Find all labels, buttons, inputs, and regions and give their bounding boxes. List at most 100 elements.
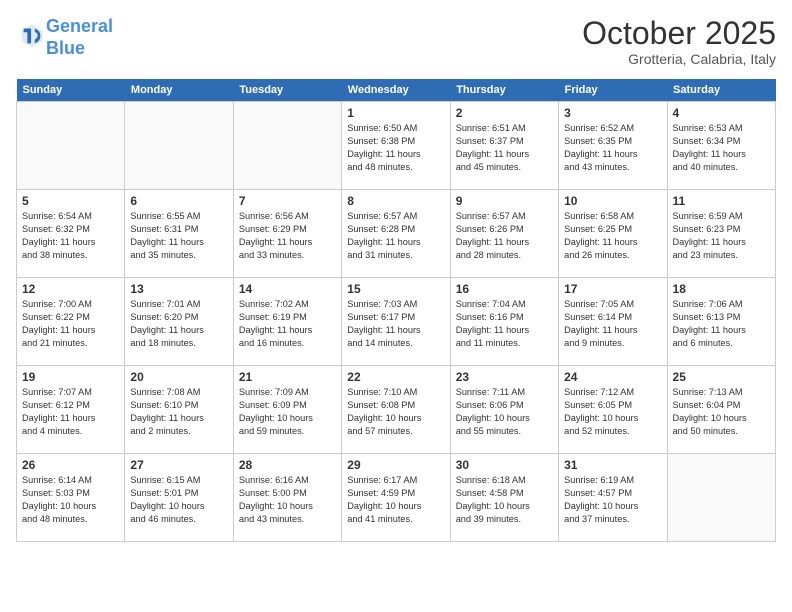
day-number: 18 xyxy=(673,282,770,296)
day-number: 13 xyxy=(130,282,227,296)
day-info: Sunrise: 7:06 AM Sunset: 6:13 PM Dayligh… xyxy=(673,298,770,350)
calendar-cell xyxy=(233,102,341,190)
calendar-cell: 29 Sunrise: 6:17 AM Sunset: 4:59 PM Dayli… xyxy=(342,454,450,542)
day-info: Sunrise: 6:57 AM Sunset: 6:26 PM Dayligh… xyxy=(456,210,553,262)
day-number: 20 xyxy=(130,370,227,384)
day-info: Sunrise: 6:17 AM Sunset: 4:59 PM Dayligh… xyxy=(347,474,444,526)
day-info: Sunrise: 6:52 AM Sunset: 6:35 PM Dayligh… xyxy=(564,122,661,174)
calendar-cell: 18 Sunrise: 7:06 AM Sunset: 6:13 PM Dayli… xyxy=(667,278,775,366)
day-number: 21 xyxy=(239,370,336,384)
day-number: 30 xyxy=(456,458,553,472)
calendar-cell: 13 Sunrise: 7:01 AM Sunset: 6:20 PM Dayli… xyxy=(125,278,233,366)
weekday-header-monday: Monday xyxy=(125,79,233,102)
day-number: 27 xyxy=(130,458,227,472)
weekday-header-row: SundayMondayTuesdayWednesdayThursdayFrid… xyxy=(17,79,776,102)
calendar-cell: 5 Sunrise: 6:54 AM Sunset: 6:32 PM Daylig… xyxy=(17,190,125,278)
calendar-cell: 10Sunrise: 6:58 AM Sunset: 6:25 PM Dayli… xyxy=(559,190,667,278)
day-number: 6 xyxy=(130,194,227,208)
day-info: Sunrise: 6:56 AM Sunset: 6:29 PM Dayligh… xyxy=(239,210,336,262)
weekday-header-wednesday: Wednesday xyxy=(342,79,450,102)
calendar-cell: 1 Sunrise: 6:50 AM Sunset: 6:38 PM Daylig… xyxy=(342,102,450,190)
calendar-cell: 26 Sunrise: 6:14 AM Sunset: 5:03 PM Dayli… xyxy=(17,454,125,542)
calendar-cell: 25Sunrise: 7:13 AM Sunset: 6:04 PM Dayli… xyxy=(667,366,775,454)
day-number: 3 xyxy=(564,106,661,120)
week-row-1: 5 Sunrise: 6:54 AM Sunset: 6:32 PM Daylig… xyxy=(17,190,776,278)
calendar-cell: 28Sunrise: 6:16 AM Sunset: 5:00 PM Dayli… xyxy=(233,454,341,542)
day-info: Sunrise: 7:09 AM Sunset: 6:09 PM Dayligh… xyxy=(239,386,336,438)
day-info: Sunrise: 6:14 AM Sunset: 5:03 PM Dayligh… xyxy=(22,474,119,526)
calendar-cell: 3 Sunrise: 6:52 AM Sunset: 6:35 PM Daylig… xyxy=(559,102,667,190)
week-row-3: 19 Sunrise: 7:07 AM Sunset: 6:12 PM Dayli… xyxy=(17,366,776,454)
location-title: Grotteria, Calabria, Italy xyxy=(582,51,776,67)
day-number: 22 xyxy=(347,370,444,384)
day-info: Sunrise: 7:12 AM Sunset: 6:05 PM Dayligh… xyxy=(564,386,661,438)
calendar-cell: 20 Sunrise: 7:08 AM Sunset: 6:10 PM Dayli… xyxy=(125,366,233,454)
day-info: Sunrise: 7:01 AM Sunset: 6:20 PM Dayligh… xyxy=(130,298,227,350)
day-info: Sunrise: 6:58 AM Sunset: 6:25 PM Dayligh… xyxy=(564,210,661,262)
day-number: 19 xyxy=(22,370,119,384)
day-number: 1 xyxy=(347,106,444,120)
day-number: 11 xyxy=(673,194,770,208)
logo-general: General xyxy=(46,16,113,36)
day-number: 9 xyxy=(456,194,553,208)
weekday-header-tuesday: Tuesday xyxy=(233,79,341,102)
day-info: Sunrise: 7:07 AM Sunset: 6:12 PM Dayligh… xyxy=(22,386,119,438)
day-info: Sunrise: 7:03 AM Sunset: 6:17 PM Dayligh… xyxy=(347,298,444,350)
logo-blue: Blue xyxy=(46,38,85,58)
calendar-cell: 9 Sunrise: 6:57 AM Sunset: 6:26 PM Daylig… xyxy=(450,190,558,278)
day-number: 12 xyxy=(22,282,119,296)
day-info: Sunrise: 6:16 AM Sunset: 5:00 PM Dayligh… xyxy=(239,474,336,526)
weekday-header-friday: Friday xyxy=(559,79,667,102)
day-number: 5 xyxy=(22,194,119,208)
logo-icon xyxy=(18,21,46,49)
calendar-cell: 16Sunrise: 7:04 AM Sunset: 6:16 PM Dayli… xyxy=(450,278,558,366)
weekday-header-saturday: Saturday xyxy=(667,79,775,102)
day-number: 31 xyxy=(564,458,661,472)
calendar-cell xyxy=(125,102,233,190)
calendar-cell: 22 Sunrise: 7:10 AM Sunset: 6:08 PM Dayli… xyxy=(342,366,450,454)
day-number: 7 xyxy=(239,194,336,208)
calendar-cell: 21 Sunrise: 7:09 AM Sunset: 6:09 PM Dayli… xyxy=(233,366,341,454)
logo: General Blue xyxy=(16,16,113,59)
day-info: Sunrise: 7:08 AM Sunset: 6:10 PM Dayligh… xyxy=(130,386,227,438)
day-info: Sunrise: 7:11 AM Sunset: 6:06 PM Dayligh… xyxy=(456,386,553,438)
day-number: 4 xyxy=(673,106,770,120)
day-number: 23 xyxy=(456,370,553,384)
calendar-cell: 4 Sunrise: 6:53 AM Sunset: 6:34 PM Daylig… xyxy=(667,102,775,190)
calendar-cell: 14Sunrise: 7:02 AM Sunset: 6:19 PM Dayli… xyxy=(233,278,341,366)
week-row-0: 1 Sunrise: 6:50 AM Sunset: 6:38 PM Daylig… xyxy=(17,102,776,190)
calendar-cell: 31 Sunrise: 6:19 AM Sunset: 4:57 PM Dayli… xyxy=(559,454,667,542)
day-info: Sunrise: 6:19 AM Sunset: 4:57 PM Dayligh… xyxy=(564,474,661,526)
day-number: 15 xyxy=(347,282,444,296)
calendar-cell: 24Sunrise: 7:12 AM Sunset: 6:05 PM Dayli… xyxy=(559,366,667,454)
day-info: Sunrise: 6:50 AM Sunset: 6:38 PM Dayligh… xyxy=(347,122,444,174)
day-info: Sunrise: 6:54 AM Sunset: 6:32 PM Dayligh… xyxy=(22,210,119,262)
calendar-cell: 19 Sunrise: 7:07 AM Sunset: 6:12 PM Dayli… xyxy=(17,366,125,454)
calendar-cell: 23 Sunrise: 7:11 AM Sunset: 6:06 PM Dayli… xyxy=(450,366,558,454)
day-number: 25 xyxy=(673,370,770,384)
weekday-header-sunday: Sunday xyxy=(17,79,125,102)
day-info: Sunrise: 6:18 AM Sunset: 4:58 PM Dayligh… xyxy=(456,474,553,526)
month-title: October 2025 xyxy=(582,16,776,51)
day-info: Sunrise: 7:10 AM Sunset: 6:08 PM Dayligh… xyxy=(347,386,444,438)
day-number: 16 xyxy=(456,282,553,296)
day-info: Sunrise: 7:05 AM Sunset: 6:14 PM Dayligh… xyxy=(564,298,661,350)
day-number: 17 xyxy=(564,282,661,296)
week-row-4: 26 Sunrise: 6:14 AM Sunset: 5:03 PM Dayli… xyxy=(17,454,776,542)
day-info: Sunrise: 6:51 AM Sunset: 6:37 PM Dayligh… xyxy=(456,122,553,174)
calendar-cell: 12 Sunrise: 7:00 AM Sunset: 6:22 PM Dayli… xyxy=(17,278,125,366)
day-info: Sunrise: 7:00 AM Sunset: 6:22 PM Dayligh… xyxy=(22,298,119,350)
calendar-cell xyxy=(17,102,125,190)
calendar-cell xyxy=(667,454,775,542)
calendar-table: SundayMondayTuesdayWednesdayThursdayFrid… xyxy=(16,79,776,542)
title-block: October 2025 Grotteria, Calabria, Italy xyxy=(582,16,776,67)
calendar-cell: 30 Sunrise: 6:18 AM Sunset: 4:58 PM Dayli… xyxy=(450,454,558,542)
day-number: 29 xyxy=(347,458,444,472)
day-info: Sunrise: 6:15 AM Sunset: 5:01 PM Dayligh… xyxy=(130,474,227,526)
day-info: Sunrise: 6:55 AM Sunset: 6:31 PM Dayligh… xyxy=(130,210,227,262)
day-info: Sunrise: 6:53 AM Sunset: 6:34 PM Dayligh… xyxy=(673,122,770,174)
day-number: 26 xyxy=(22,458,119,472)
calendar-cell: 15 Sunrise: 7:03 AM Sunset: 6:17 PM Dayli… xyxy=(342,278,450,366)
calendar-cell: 8Sunrise: 6:57 AM Sunset: 6:28 PM Daylig… xyxy=(342,190,450,278)
calendar-cell: 27 Sunrise: 6:15 AM Sunset: 5:01 PM Dayli… xyxy=(125,454,233,542)
